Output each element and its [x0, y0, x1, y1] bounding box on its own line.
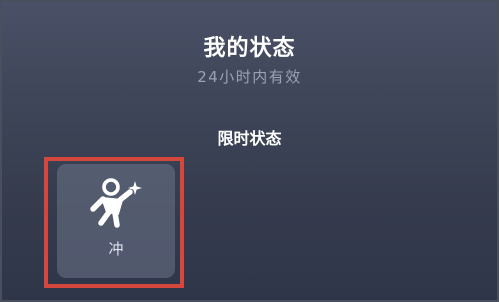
status-option-chong[interactable]: 冲 — [57, 164, 175, 278]
page-title: 我的状态 — [203, 36, 296, 61]
status-screen: 我的状态 24小时内有效 限时状态 冲 — [0, 0, 499, 302]
status-option-label: 冲 — [108, 240, 124, 258]
validity-subtitle: 24小时内有效 — [197, 68, 302, 86]
section-title-limited-status: 限时状态 — [217, 129, 282, 148]
running-person-sparkle-icon — [90, 178, 142, 228]
